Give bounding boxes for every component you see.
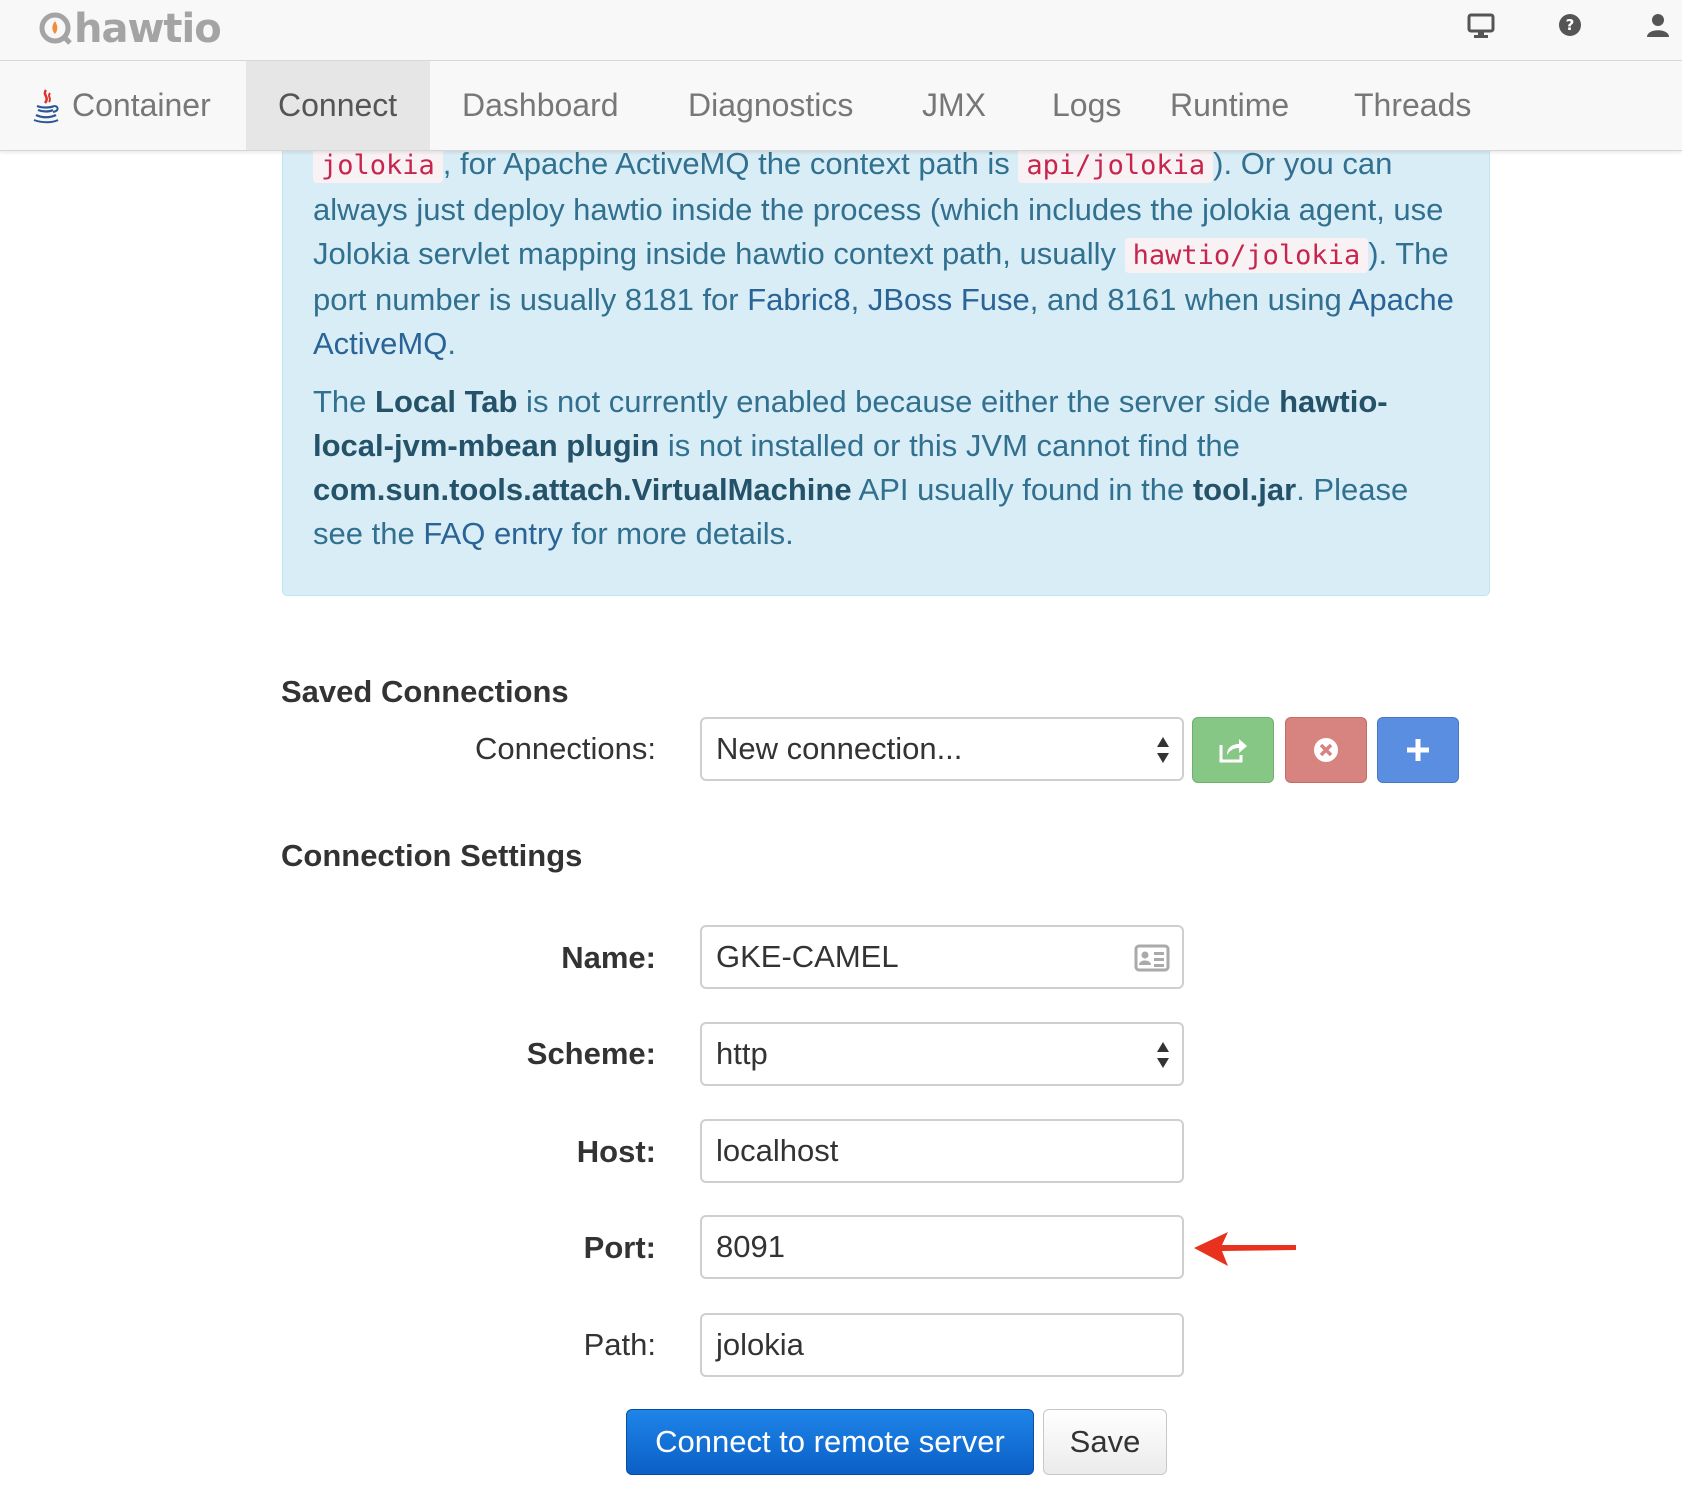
path-label: Path:: [583, 1327, 656, 1362]
tab-threads[interactable]: Threads: [1322, 61, 1522, 150]
scheme-label: Scheme:: [526, 1036, 656, 1071]
tab-connect[interactable]: Connect: [246, 61, 430, 150]
info-paragraph-connection: jolokia, for Apache ActiveMQ the context…: [313, 142, 1463, 366]
help-icon[interactable]: ?: [1558, 13, 1582, 37]
info-text: is not installed or this JVM cannot find…: [659, 428, 1240, 463]
port-label: Port:: [583, 1230, 656, 1265]
info-bold: Local Tab: [375, 384, 518, 419]
scheme-value: http: [716, 1036, 768, 1071]
svg-text:?: ?: [1566, 16, 1575, 34]
hawtio-logo-icon: [39, 12, 72, 45]
name-label: Name:: [561, 940, 656, 975]
info-bold: com.sun.tools.attach.VirtualMachine: [313, 472, 852, 507]
connections-label: Connections:: [475, 731, 656, 766]
info-paragraph-local-tab: The Local Tab is not currently enabled b…: [313, 380, 1463, 556]
connection-settings-title: Connection Settings: [281, 838, 583, 873]
tab-container[interactable]: Container: [0, 61, 246, 150]
top-header: hawtio ?: [0, 0, 1682, 61]
link-faq-entry[interactable]: FAQ entry: [423, 516, 563, 551]
info-text: .: [447, 326, 456, 361]
annotation-arrow-icon: [1194, 1232, 1296, 1266]
delete-connection-button[interactable]: [1285, 717, 1367, 783]
tab-label: Container: [72, 87, 211, 123]
brand-logo[interactable]: hawtio: [38, 2, 222, 56]
tab-diagnostics[interactable]: Diagnostics: [656, 61, 890, 150]
path-value: jolokia: [716, 1327, 804, 1362]
host-label: Host:: [576, 1134, 656, 1169]
info-text: for more details.: [562, 516, 794, 551]
select-arrows-icon: [1157, 1042, 1169, 1068]
save-button[interactable]: Save: [1043, 1409, 1167, 1475]
port-field[interactable]: 8091: [700, 1215, 1184, 1279]
user-icon[interactable]: [1647, 13, 1669, 37]
tab-label: Diagnostics: [688, 87, 854, 123]
host-field[interactable]: localhost: [700, 1119, 1184, 1183]
info-text: API usually found in the: [851, 472, 1193, 507]
tab-label: Connect: [278, 87, 398, 123]
info-text: ,: [850, 282, 868, 317]
tab-label: JMX: [922, 87, 986, 123]
path-field[interactable]: jolokia: [700, 1313, 1184, 1377]
info-text: , and 8161 when using: [1029, 282, 1349, 317]
link-jboss-fuse[interactable]: JBoss Fuse: [868, 282, 1030, 317]
plus-icon: [1407, 739, 1429, 761]
inline-code: hawtio/jolokia: [1124, 238, 1369, 273]
name-field[interactable]: GKE-CAMEL: [700, 925, 1184, 989]
name-value: GKE-CAMEL: [716, 939, 899, 974]
main-nav: Container Connect Dashboard Diagnostics …: [0, 61, 1682, 151]
brand-name: hawtio: [74, 6, 222, 52]
contact-card-icon: [1134, 944, 1170, 972]
info-text: is not currently enabled because either …: [517, 384, 1280, 419]
inline-code: api/jolokia: [1018, 148, 1214, 183]
connections-select[interactable]: New connection...: [700, 717, 1184, 781]
info-text: The: [313, 384, 376, 419]
monitor-icon[interactable]: [1467, 13, 1495, 39]
delete-icon: [1314, 738, 1338, 762]
saved-connections-title: Saved Connections: [281, 674, 569, 709]
tab-jmx[interactable]: JMX: [890, 61, 1020, 150]
info-bold: tool.jar: [1192, 472, 1297, 507]
tab-label: Logs: [1052, 87, 1122, 123]
select-arrows-icon: [1157, 737, 1169, 763]
info-alert: jolokia, for Apache ActiveMQ the context…: [282, 120, 1490, 596]
info-text: , for Apache ActiveMQ the context path i…: [442, 146, 1019, 181]
host-value: localhost: [716, 1133, 839, 1168]
tab-label: Runtime: [1170, 87, 1290, 123]
java-icon: [33, 88, 59, 123]
port-value: 8091: [716, 1229, 785, 1264]
connections-select-value: New connection...: [716, 731, 963, 766]
connect-to-remote-server-button[interactable]: Connect to remote server: [626, 1409, 1034, 1475]
scheme-select[interactable]: http: [700, 1022, 1184, 1086]
share-icon: [1219, 739, 1247, 763]
tab-label: Dashboard: [462, 87, 619, 123]
tab-runtime[interactable]: Runtime: [1138, 61, 1332, 150]
tab-dashboard[interactable]: Dashboard: [430, 61, 656, 150]
connect-saved-button[interactable]: [1192, 717, 1274, 783]
tab-label: Threads: [1354, 87, 1472, 123]
link-fabric8[interactable]: Fabric8: [747, 282, 850, 317]
add-connection-button[interactable]: [1377, 717, 1459, 783]
inline-code: jolokia: [313, 148, 443, 183]
